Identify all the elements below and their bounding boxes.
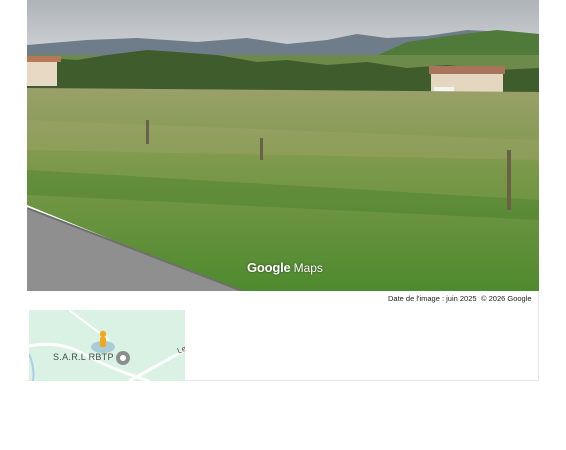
house-right-roof xyxy=(429,66,505,74)
minimap-place-label: S.A.R.L RBTP xyxy=(53,352,114,362)
fence-post-2 xyxy=(260,138,263,160)
image-date: Date de l'image : juin 2025 xyxy=(388,294,477,303)
logo-maps-text: Maps xyxy=(293,261,323,275)
street-view-panorama[interactable]: Google Maps xyxy=(27,0,539,291)
panorama-scene xyxy=(27,0,539,291)
street-view-card: Google Maps Date de l'image : juin 2025 ©… xyxy=(27,0,539,381)
house-left-roof xyxy=(27,56,61,62)
pegman-icon xyxy=(99,330,107,347)
imagery-footer: Date de l'image : juin 2025 © 2026 Googl… xyxy=(27,291,539,305)
house-left xyxy=(27,60,57,86)
minimap-canvas xyxy=(29,310,185,381)
google-maps-logo: Google Maps xyxy=(247,260,323,275)
fence-post-1 xyxy=(146,120,149,144)
logo-google-text: Google xyxy=(247,260,291,275)
fence-post-3 xyxy=(507,150,511,210)
minimap[interactable]: S.A.R.L RBTP Le xyxy=(29,310,185,381)
copyright[interactable]: © 2026 Google xyxy=(481,294,532,303)
